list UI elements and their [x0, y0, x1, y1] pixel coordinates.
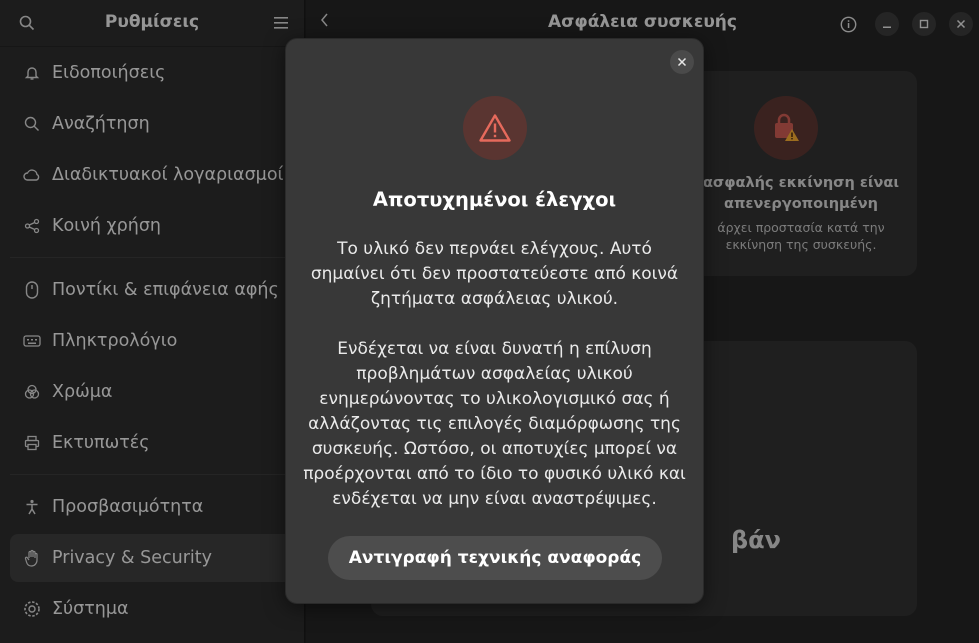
dialog-icon-circle	[463, 96, 527, 160]
dialog-close-button[interactable]	[670, 50, 694, 74]
close-icon	[677, 57, 687, 67]
dialog-title: Αποτυχημένοι έλεγχοι	[372, 188, 617, 211]
failed-checks-dialog: Αποτυχημένοι έλεγχοι Το υλικό δεν περνάε…	[285, 38, 704, 604]
dialog-body: Το υλικό δεν περνάει ελέγχους. Αυτό σημα…	[302, 237, 687, 537]
warning-icon	[479, 114, 511, 142]
dialog-paragraph: Ενδέχεται να είναι δυνατή η επίλυση προβ…	[303, 339, 686, 509]
dialog-paragraph: Το υλικό δεν περνάει ελέγχους. Αυτό σημα…	[310, 239, 679, 309]
copy-technical-report-button[interactable]: Αντιγραφή τεχνικής αναφοράς	[328, 536, 662, 580]
